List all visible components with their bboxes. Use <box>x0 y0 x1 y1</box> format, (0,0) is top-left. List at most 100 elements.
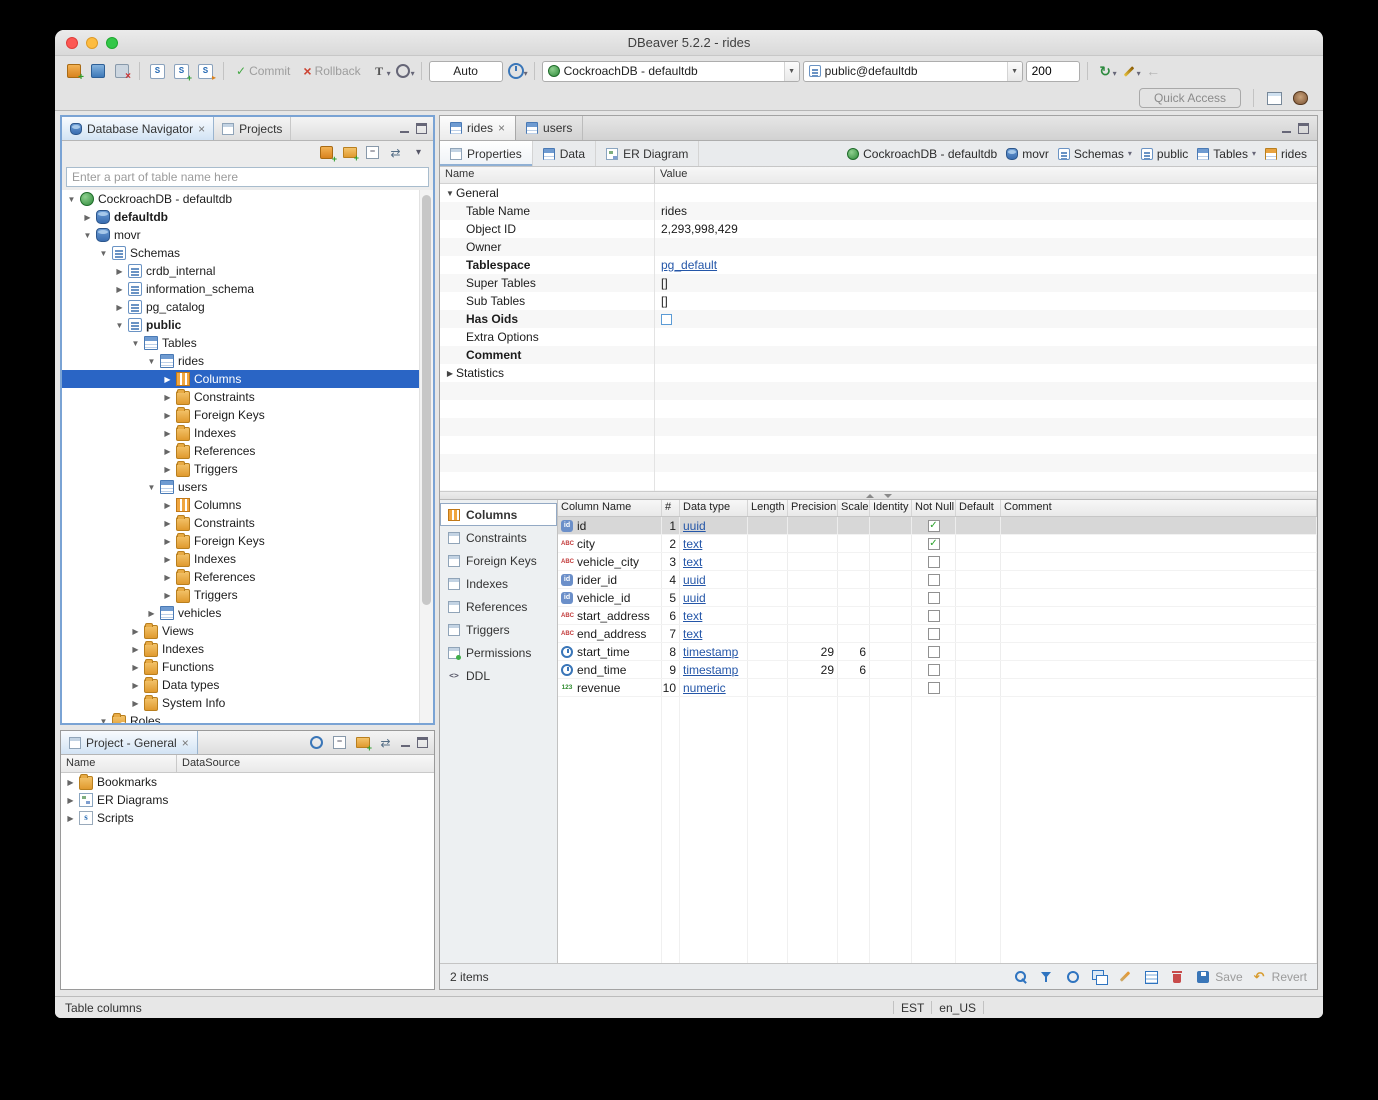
detail-tab-permissions[interactable]: Permissions <box>440 641 557 664</box>
expand-arrow-icon[interactable]: ▶ <box>65 796 76 805</box>
property-row-owner[interactable]: Owner <box>440 238 1317 256</box>
refresh-dropdown[interactable] <box>1095 61 1116 82</box>
tree-item-triggers[interactable]: ▶Triggers <box>62 586 419 604</box>
data-type-link[interactable]: uuid <box>683 573 706 587</box>
collapse-arrow-icon[interactable]: ▼ <box>98 717 109 724</box>
expand-arrow-icon[interactable]: ▶ <box>162 537 173 546</box>
not-null-checkbox[interactable] <box>928 592 940 604</box>
expand-arrow-icon[interactable]: ▶ <box>114 285 125 294</box>
new-sql-editor-icon[interactable] <box>171 61 192 82</box>
fetch-size-input[interactable] <box>1026 61 1080 82</box>
editor-tab-users[interactable]: users <box>516 116 583 140</box>
expand-arrow-icon[interactable]: ▶ <box>162 501 173 510</box>
expand-arrow-icon[interactable]: ▶ <box>114 267 125 276</box>
collapse-arrow-icon[interactable]: ▼ <box>98 249 109 258</box>
minimize-window-button[interactable] <box>86 37 98 49</box>
expand-arrow-icon[interactable]: ▶ <box>162 447 173 456</box>
property-row-sub-tables[interactable]: Sub Tables[] <box>440 292 1317 310</box>
expand-arrow-icon[interactable]: ▶ <box>130 663 141 672</box>
detail-tab-indexes[interactable]: Indexes <box>440 572 557 595</box>
sash-down-icon[interactable] <box>884 494 892 498</box>
tree-item-foreign-keys[interactable]: ▶Foreign Keys <box>62 406 419 424</box>
not-null-checkbox[interactable] <box>928 682 940 694</box>
column-row-city[interactable]: city2text <box>558 535 1317 553</box>
property-row-tablespace[interactable]: Tablespacepg_default <box>440 256 1317 274</box>
data-type-link[interactable]: text <box>683 627 702 641</box>
collapse-arrow-icon[interactable]: ▼ <box>130 339 141 348</box>
detail-tab-triggers[interactable]: Triggers <box>440 618 557 641</box>
property-value-link[interactable]: pg_default <box>661 258 717 272</box>
disconnect-icon[interactable] <box>111 61 132 82</box>
detail-tab-foreign-keys[interactable]: Foreign Keys <box>440 549 557 572</box>
delete-icon[interactable] <box>1168 968 1186 986</box>
titlebar[interactable]: DBeaver 5.2.2 - rides <box>55 30 1323 56</box>
tab-data[interactable]: Data <box>533 141 596 166</box>
collapse-arrow-icon[interactable]: ▼ <box>82 231 93 240</box>
expand-arrow-icon[interactable]: ▶ <box>65 814 76 823</box>
column-header-default[interactable]: Default <box>956 500 1001 516</box>
new-connection-icon[interactable] <box>63 61 84 82</box>
detail-tab-references[interactable]: References <box>440 595 557 618</box>
tab-er-diagram[interactable]: ER Diagram <box>596 141 699 166</box>
expand-arrow-icon[interactable]: ▶ <box>146 609 157 618</box>
property-group-row[interactable]: ▶Statistics <box>440 364 1317 382</box>
tree-item-rides[interactable]: ▼rides <box>62 352 419 370</box>
data-type-link[interactable]: uuid <box>683 591 706 605</box>
column-row-start-address[interactable]: start_address6text <box>558 607 1317 625</box>
tree-item-movr[interactable]: ▼movr <box>62 226 419 244</box>
not-null-checkbox[interactable] <box>928 556 940 568</box>
expand-arrow-icon[interactable]: ▶ <box>65 778 76 787</box>
gear-icon[interactable] <box>306 732 327 753</box>
column-row-vehicle-city[interactable]: vehicle_city3text <box>558 553 1317 571</box>
minimize-editor-icon[interactable] <box>1279 122 1294 135</box>
column-header-column-name[interactable]: Column Name <box>558 500 662 516</box>
not-null-checkbox[interactable] <box>928 520 940 532</box>
data-type-link[interactable]: uuid <box>683 519 706 533</box>
add-folder-icon[interactable] <box>352 732 373 753</box>
expand-arrow-icon[interactable]: ▶ <box>130 627 141 636</box>
tab-projects[interactable]: Projects <box>214 117 291 140</box>
commit-button[interactable]: Commit <box>231 61 295 82</box>
breadcrumb-cockroachdb-defaultdb[interactable]: CockroachDB - defaultdb <box>847 147 997 161</box>
breadcrumb-tables[interactable]: Tables▾ <box>1197 147 1256 161</box>
column-header-identity[interactable]: Identity <box>870 500 912 516</box>
view-menu-icon[interactable] <box>408 142 429 163</box>
breadcrumb-rides[interactable]: rides <box>1265 147 1307 161</box>
expand-arrow-icon[interactable]: ▶ <box>162 393 173 402</box>
tree-item-columns[interactable]: ▶Columns <box>62 496 419 514</box>
tree-item-indexes[interactable]: ▶Indexes <box>62 550 419 568</box>
tree-item-cockroachdb-defaultdb[interactable]: ▼CockroachDB - defaultdb <box>62 190 419 208</box>
expand-arrow-icon[interactable]: ▶ <box>162 465 173 474</box>
close-icon[interactable] <box>198 122 205 136</box>
link-with-editor-icon[interactable] <box>375 732 396 753</box>
expand-arrow-icon[interactable]: ▶ <box>130 699 141 708</box>
column-row-rider-id[interactable]: rider_id4uuid <box>558 571 1317 589</box>
data-type-link[interactable]: timestamp <box>683 645 738 659</box>
expand-arrow-icon[interactable]: ▶ <box>162 429 173 438</box>
close-icon[interactable] <box>498 121 505 135</box>
connect-icon[interactable] <box>87 61 108 82</box>
expand-arrow-icon[interactable]: ▶ <box>162 375 173 384</box>
tab-database-navigator[interactable]: Database Navigator <box>62 117 214 140</box>
tree-item-public[interactable]: ▼public <box>62 316 419 334</box>
properties-header-name[interactable]: Name <box>440 167 655 183</box>
expand-arrow-icon[interactable]: ▶ <box>82 213 93 222</box>
sql-editor-icon[interactable] <box>147 61 168 82</box>
collapse-arrow-icon[interactable]: ▼ <box>146 357 157 366</box>
property-row-comment[interactable]: Comment <box>440 346 1317 364</box>
data-type-link[interactable]: numeric <box>683 681 726 695</box>
column-row-end-address[interactable]: end_address7text <box>558 625 1317 643</box>
tree-item-triggers[interactable]: ▶Triggers <box>62 460 419 478</box>
expand-arrow-icon[interactable]: ▶ <box>162 519 173 528</box>
property-row-table-name[interactable]: Table Namerides <box>440 202 1317 220</box>
schema-selector[interactable]: public@defaultdb <box>803 61 1023 82</box>
tab-project-general[interactable]: Project - General <box>61 731 198 754</box>
connection-selector[interactable]: CockroachDB - defaultdb <box>542 61 800 82</box>
expand-arrow-icon[interactable]: ▶ <box>130 681 141 690</box>
expand-arrow-icon[interactable]: ▶ <box>162 573 173 582</box>
minimize-view-icon[interactable] <box>398 736 413 749</box>
close-icon[interactable] <box>182 736 189 750</box>
maximize-view-icon[interactable] <box>415 736 430 749</box>
transaction-log-dropdown[interactable] <box>393 61 414 82</box>
transaction-timeout-dropdown[interactable] <box>506 61 527 82</box>
